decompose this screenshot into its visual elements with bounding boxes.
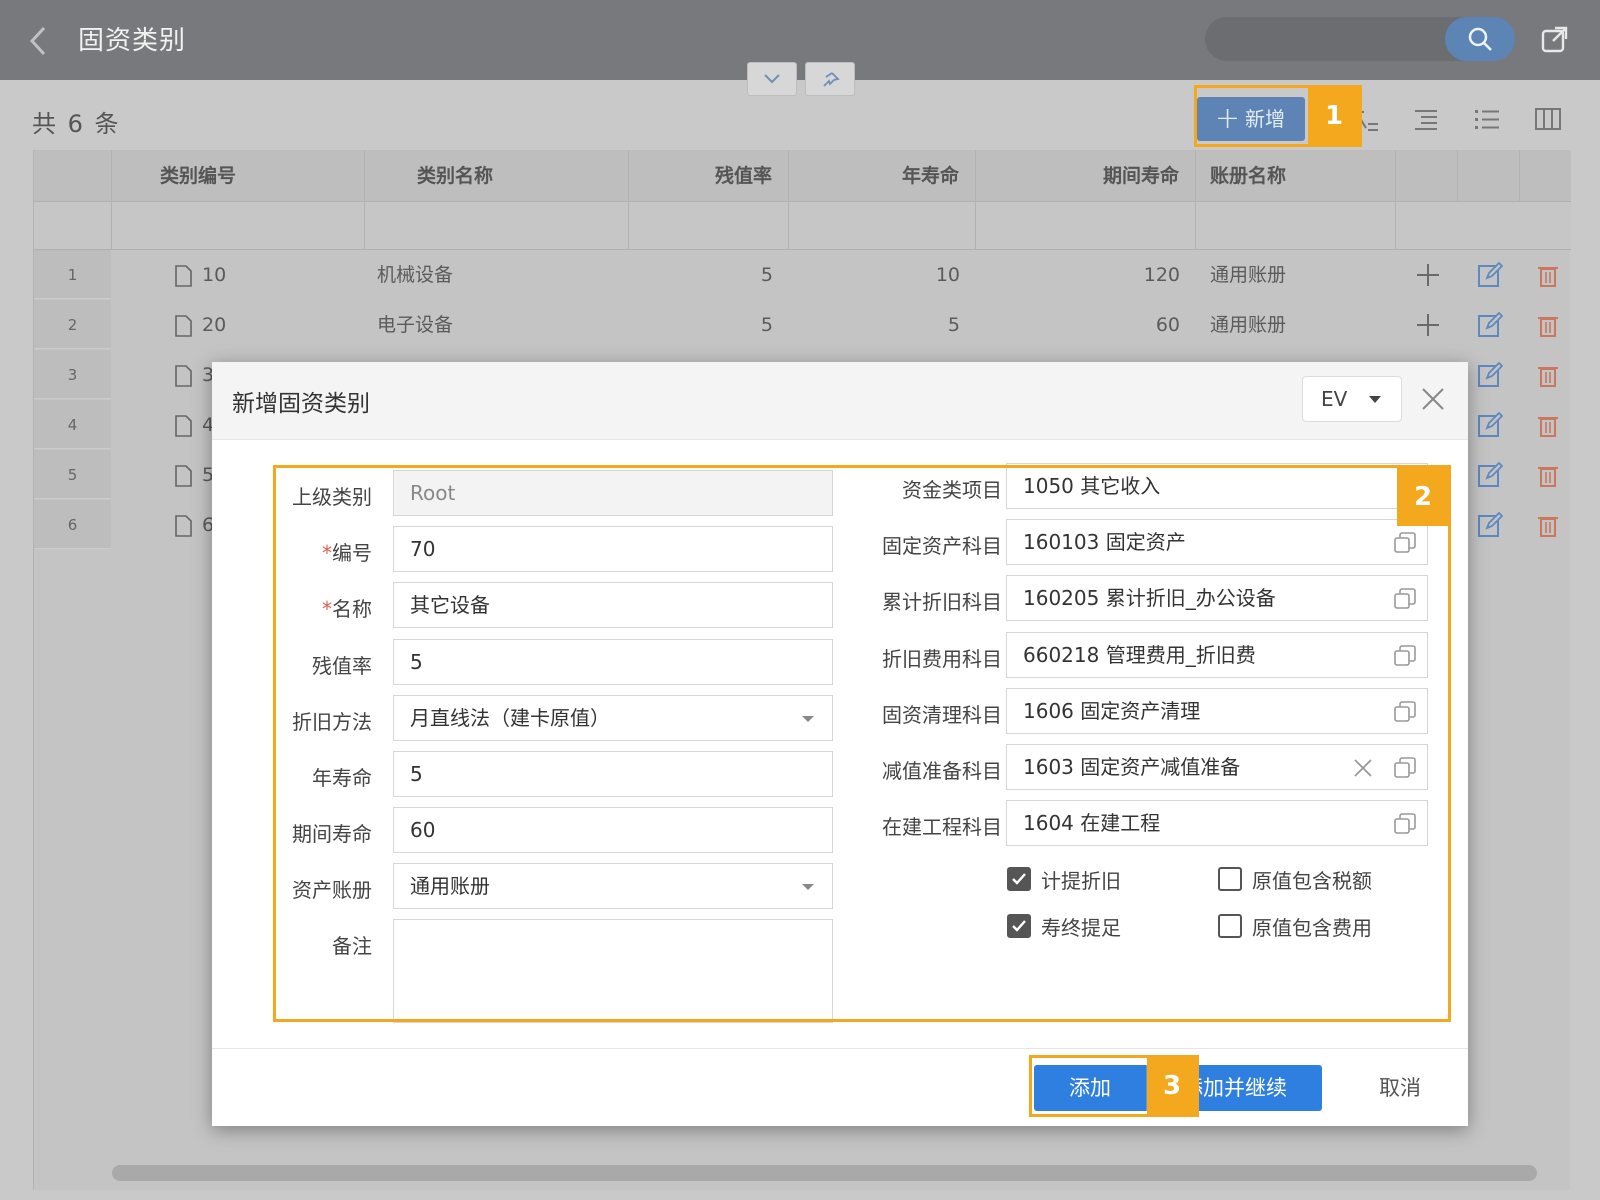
dialog-footer: 添加 添加并继续 取消: [212, 1048, 1468, 1126]
horizontal-scrollbar[interactable]: [112, 1165, 1537, 1181]
document-icon: [175, 465, 192, 487]
delete-icon[interactable]: [1535, 312, 1561, 338]
edit-icon[interactable]: [1477, 362, 1503, 388]
row-number: 1: [34, 250, 111, 299]
close-icon[interactable]: [1420, 386, 1446, 412]
language-select[interactable]: EV: [1302, 376, 1402, 422]
back-icon[interactable]: [28, 24, 50, 58]
step-3-badge: 3: [1147, 1058, 1197, 1114]
document-icon: [175, 265, 192, 287]
edit-icon[interactable]: [1477, 412, 1503, 438]
filter-row: [34, 202, 1571, 250]
delete-icon[interactable]: [1535, 462, 1561, 488]
filter-name[interactable]: [365, 202, 629, 250]
list-view-icon[interactable]: [1472, 104, 1502, 134]
edit-icon[interactable]: [1477, 512, 1503, 538]
add-child-icon[interactable]: [1415, 312, 1441, 338]
add-child-icon[interactable]: [1415, 262, 1441, 288]
filter-residual[interactable]: [629, 202, 789, 250]
header-life[interactable]: 年寿命: [789, 150, 976, 202]
delete-icon[interactable]: [1535, 262, 1561, 288]
open-external-icon[interactable]: [1540, 24, 1570, 54]
cell-code: 20: [202, 314, 227, 336]
top-bar: 固资类别: [0, 0, 1600, 80]
column-settings-icon[interactable]: [1533, 104, 1563, 134]
row-number: 3: [34, 350, 111, 399]
table-row[interactable]: 2 20 电子设备 5 5 60 通用账册: [34, 300, 1571, 350]
filter-code[interactable]: [112, 202, 365, 250]
page-title: 固资类别: [78, 26, 187, 56]
edit-icon[interactable]: [1477, 312, 1503, 338]
document-icon: [175, 515, 192, 537]
record-count: 共 6 条: [32, 110, 121, 138]
filter-life[interactable]: [789, 202, 976, 250]
document-icon: [175, 415, 192, 437]
document-icon: [175, 365, 192, 387]
language-value: EV: [1321, 387, 1348, 411]
header-rownum: [34, 150, 112, 202]
cell-book: 通用账册: [1210, 314, 1287, 336]
cell-life: 10: [935, 264, 960, 286]
dialog-title: 新增固资类别: [232, 391, 370, 417]
delete-icon[interactable]: [1535, 412, 1561, 438]
row-number: 2: [34, 300, 111, 349]
cell-name: 机械设备: [377, 264, 454, 286]
cancel-button[interactable]: 取消: [1362, 1065, 1438, 1111]
table-header: 类别编号 类别名称 残值率 年寿命 期间寿命 账册名称: [34, 150, 1571, 202]
filter-cell: [34, 202, 112, 250]
header-code[interactable]: 类别编号: [112, 150, 365, 202]
cell-book: 通用账册: [1210, 264, 1287, 286]
step-2-highlight: [273, 465, 1451, 1022]
header-action-2: [1458, 150, 1520, 202]
cell-residual: 5: [760, 314, 773, 336]
row-number: 4: [34, 400, 111, 449]
cell-period: 120: [1143, 264, 1180, 286]
dialog-header: 新增固资类别 EV: [212, 362, 1468, 440]
caret-down-icon: [1369, 396, 1381, 403]
delete-icon[interactable]: [1535, 362, 1561, 388]
filter-book[interactable]: [1196, 202, 1396, 250]
header-name[interactable]: 类别名称: [365, 150, 629, 202]
step-1-badge: 1: [1308, 88, 1360, 144]
cell-life: 5: [947, 314, 960, 336]
delete-icon[interactable]: [1535, 512, 1561, 538]
edit-icon[interactable]: [1477, 262, 1503, 288]
document-icon: [175, 315, 192, 337]
search-icon: [1468, 27, 1492, 51]
step-2-badge: 2: [1397, 468, 1449, 526]
header-action-1: [1396, 150, 1458, 202]
edit-icon[interactable]: [1477, 462, 1503, 488]
indent-list-icon[interactable]: [1411, 104, 1441, 134]
cell-residual: 5: [760, 264, 773, 286]
pin-button[interactable]: [805, 62, 855, 96]
chevron-down-icon: [764, 74, 780, 84]
row-number: 6: [34, 500, 111, 549]
filter-period[interactable]: [976, 202, 1196, 250]
table-row[interactable]: 1 10 机械设备 5 10 120 通用账册: [34, 250, 1571, 300]
collapse-button[interactable]: [747, 62, 797, 96]
header-residual[interactable]: 残值率: [629, 150, 789, 202]
row-number: 5: [34, 450, 111, 499]
search-button[interactable]: [1445, 17, 1515, 61]
pin-icon: [823, 72, 840, 87]
cell-code: 10: [202, 264, 227, 286]
cell-period: 60: [1155, 314, 1180, 336]
header-period[interactable]: 期间寿命: [976, 150, 1196, 202]
cell-name: 电子设备: [377, 314, 454, 336]
header-book[interactable]: 账册名称: [1196, 150, 1396, 202]
